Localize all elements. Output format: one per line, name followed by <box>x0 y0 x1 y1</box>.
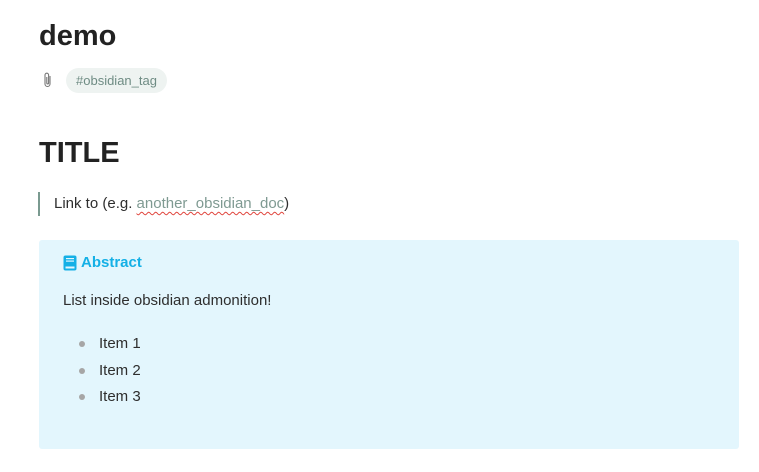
admonition-list: Item 1 Item 2 Item 3 <box>79 331 141 411</box>
list-item-text: Item 3 <box>99 388 141 405</box>
admonition-body-text: List inside obsidian admonition! <box>63 292 272 309</box>
list-item-text: Item 2 <box>99 361 141 379</box>
blockquote: Link to (e.g. another_obsidian_doc ) <box>38 192 289 216</box>
tag-pill[interactable]: #obsidian_tag <box>66 67 167 93</box>
list-item: Item 2 <box>79 358 141 385</box>
bullet-icon <box>79 367 85 374</box>
admonition-title: Abstract <box>81 254 142 271</box>
list-item-text: Item 1 <box>99 335 141 352</box>
bullet-icon <box>79 394 85 401</box>
admonition-callout: Abstract List inside obsidian admonition… <box>39 240 739 449</box>
bullet-icon <box>79 341 85 348</box>
quote-prefix: Link to (e.g. <box>54 195 137 212</box>
section-heading: TITLE <box>39 137 120 169</box>
admonition-header[interactable]: Abstract <box>63 254 142 271</box>
list-item: Item 3 <box>79 384 141 411</box>
paperclip-icon[interactable] <box>40 71 56 89</box>
list-item: Item 1 <box>79 331 141 358</box>
properties-row: #obsidian_tag <box>40 67 167 93</box>
internal-link[interactable]: another_obsidian_doc <box>137 192 285 216</box>
page-title: demo <box>39 20 117 52</box>
quote-suffix: ) <box>284 195 290 212</box>
book-icon <box>63 255 77 270</box>
